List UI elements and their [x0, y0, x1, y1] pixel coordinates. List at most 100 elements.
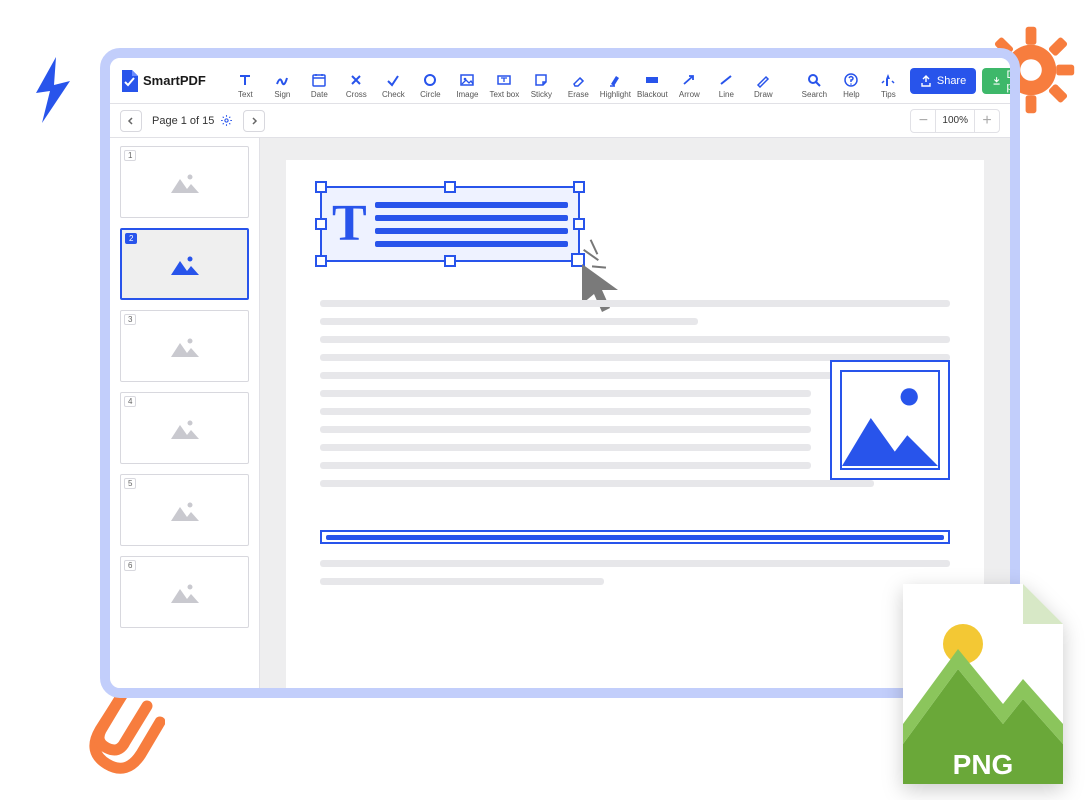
png-badge-label: PNG: [953, 749, 1014, 780]
thumbnail-page-3[interactable]: 3: [120, 310, 249, 382]
resize-handle-tm[interactable]: [444, 181, 456, 193]
cross-icon: [348, 72, 364, 88]
tool-check[interactable]: Check: [376, 63, 411, 99]
tool-sticky[interactable]: Sticky: [524, 63, 559, 99]
zoom-control: − 100% +: [910, 109, 1000, 133]
tool-erase[interactable]: Erase: [561, 63, 596, 99]
dropcap-icon: T: [332, 198, 367, 250]
image-icon: [171, 581, 199, 603]
tool-search[interactable]: Search: [797, 63, 832, 99]
thumbnail-page-6[interactable]: 6: [120, 556, 249, 628]
thumbnail-number: 6: [124, 560, 136, 571]
image-icon: [842, 370, 938, 468]
resize-handle-tr[interactable]: [573, 181, 585, 193]
zoom-in-button[interactable]: +: [975, 110, 999, 132]
line-icon: [718, 72, 734, 88]
tools-group-help: Search Help Tips: [797, 63, 906, 99]
thumbnail-page-1[interactable]: 1: [120, 146, 249, 218]
page-indicator: Page 1 of 15: [152, 114, 233, 127]
tool-cross[interactable]: Cross: [339, 63, 374, 99]
share-icon: [920, 75, 932, 87]
tool-label: Tips: [881, 90, 896, 99]
tool-textbox[interactable]: Text box: [487, 63, 522, 99]
resize-handle-tl[interactable]: [315, 181, 327, 193]
click-spark-icon: [590, 239, 599, 254]
tool-label: Search: [802, 90, 827, 99]
resize-handle-mr[interactable]: [573, 218, 585, 230]
arrow-icon: [681, 72, 697, 88]
main-toolbar: SmartPDF Text Sign Date Cross Check Circle Ima…: [110, 58, 1010, 104]
thumbnail-sidebar[interactable]: 1 2 3 4 5 6: [110, 138, 260, 688]
tool-sign[interactable]: Sign: [265, 63, 300, 99]
check-icon: [385, 72, 401, 88]
thumbnail-page-4[interactable]: 4: [120, 392, 249, 464]
image-placeholder[interactable]: [830, 360, 950, 480]
tool-label: Erase: [568, 90, 589, 99]
png-file-badge: PNG: [893, 574, 1073, 794]
chevron-left-icon: [126, 116, 136, 126]
tool-image[interactable]: Image: [450, 63, 485, 99]
thumbnail-number: 4: [124, 396, 136, 407]
page-indicator-text: Page 1 of 15: [152, 115, 214, 127]
thumbnail-page-2[interactable]: 2: [120, 228, 249, 300]
resize-handle-bl[interactable]: [315, 255, 327, 267]
thumbnail-number: 1: [124, 150, 136, 161]
tool-help[interactable]: Help: [834, 63, 869, 99]
tool-label: Line: [719, 90, 734, 99]
draw-icon: [755, 72, 771, 88]
image-icon: [171, 417, 199, 439]
tool-line[interactable]: Line: [709, 63, 744, 99]
highlight-selection[interactable]: [320, 530, 950, 544]
search-icon: [806, 72, 822, 88]
text-lines-icon: [375, 202, 568, 247]
tool-label: Sign: [274, 90, 290, 99]
tool-label: Date: [311, 90, 328, 99]
app-window: SmartPDF Text Sign Date Cross Check Circle Ima…: [100, 48, 1020, 698]
selected-text-block[interactable]: T: [320, 186, 580, 262]
highlight-icon: [607, 72, 623, 88]
image-icon: [171, 499, 199, 521]
tool-label: Blackout: [637, 90, 668, 99]
tool-highlight[interactable]: Highlight: [598, 63, 633, 99]
tool-label: Sticky: [531, 90, 552, 99]
download-icon: [992, 75, 1001, 87]
tool-label: Help: [843, 90, 859, 99]
workspace: 1 2 3 4 5 6 T: [110, 138, 1010, 688]
brand-name: SmartPDF: [143, 73, 206, 88]
tool-text[interactable]: Text: [228, 63, 263, 99]
tool-arrow[interactable]: Arrow: [672, 63, 707, 99]
thumbnail-number: 2: [125, 233, 137, 244]
tool-label: Check: [382, 90, 405, 99]
share-button[interactable]: Share: [910, 68, 976, 94]
resize-handle-bm[interactable]: [444, 255, 456, 267]
lightning-decoration-icon: [28, 55, 78, 125]
date-icon: [311, 72, 327, 88]
download-button[interactable]: Download pdf: [982, 68, 1020, 94]
next-page-button[interactable]: [243, 110, 265, 132]
tool-blackout[interactable]: Blackout: [635, 63, 670, 99]
tool-date[interactable]: Date: [302, 63, 337, 99]
resize-handle-ml[interactable]: [315, 218, 327, 230]
thumbnail-number: 3: [124, 314, 136, 325]
page-settings-icon[interactable]: [220, 114, 233, 127]
blackout-icon: [644, 72, 660, 88]
sub-toolbar: Page 1 of 15 − 100% +: [110, 104, 1010, 138]
image-icon: [459, 72, 475, 88]
textbox-icon: [496, 72, 512, 88]
tips-icon: [880, 72, 896, 88]
thumbnail-page-5[interactable]: 5: [120, 474, 249, 546]
tools-group-main: Text Sign Date Cross Check Circle Image Text bo…: [228, 63, 781, 99]
circle-icon: [422, 72, 438, 88]
share-label: Share: [937, 75, 966, 87]
brand-logo-icon: [120, 70, 138, 92]
download-label: Download pdf: [1006, 69, 1020, 93]
tool-draw[interactable]: Draw: [746, 63, 781, 99]
prev-page-button[interactable]: [120, 110, 142, 132]
document-page[interactable]: T: [286, 160, 984, 688]
tool-label: Circle: [420, 90, 440, 99]
tool-label: Text: [238, 90, 253, 99]
tool-circle[interactable]: Circle: [413, 63, 448, 99]
tool-label: Text box: [489, 90, 519, 99]
tool-tips[interactable]: Tips: [871, 63, 906, 99]
zoom-out-button[interactable]: −: [911, 110, 935, 132]
